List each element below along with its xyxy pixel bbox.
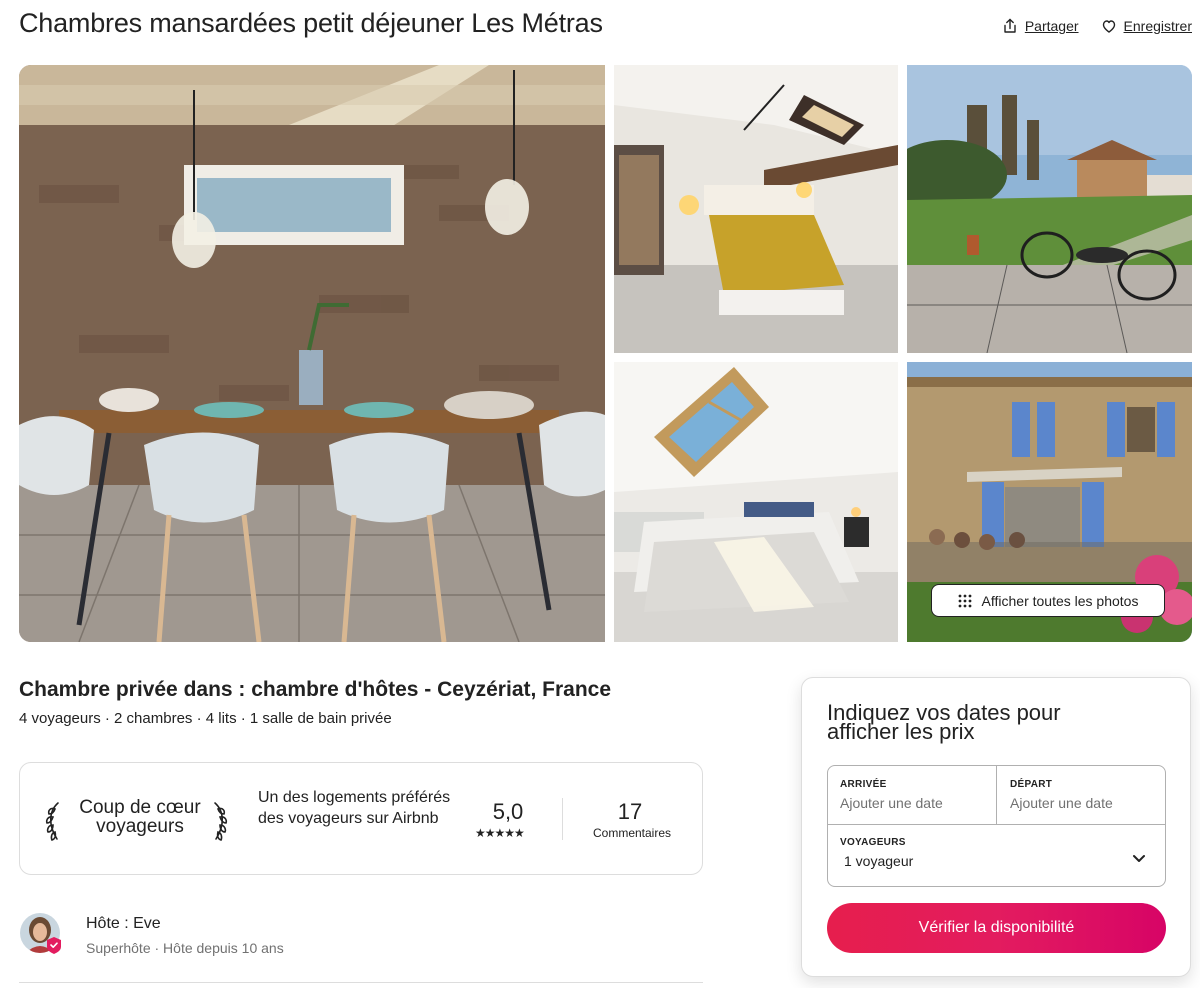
- save-label: Enregistrer: [1123, 18, 1192, 34]
- listing-specs: 4 voyageurs · 2 chambres · 4 lits · 1 sa…: [19, 710, 392, 727]
- guest-favorite-label: Coup de cœur voyageurs: [79, 797, 201, 837]
- share-label: Partager: [1024, 18, 1079, 34]
- photo-gallery: [19, 65, 1192, 642]
- listing-subtitle: Chambre privée dans : chambre d'hôtes - …: [19, 678, 612, 701]
- reviews-count[interactable]: 17: [600, 799, 660, 825]
- header-actions: Partager Enregistrer: [1002, 18, 1192, 34]
- guests-label: VOYAGEURS: [840, 837, 906, 848]
- checkin-field[interactable]: ARRIVÉE Ajouter une date: [840, 779, 990, 811]
- laurel-right-icon: [214, 802, 228, 841]
- checkin-label: ARRIVÉE: [840, 779, 887, 790]
- photo-garden[interactable]: [907, 65, 1192, 353]
- checkin-value: Ajouter une date: [840, 795, 943, 811]
- rating-stars: ★★★★★: [475, 826, 525, 840]
- booking-fields: ARRIVÉE Ajouter une date DÉPART Ajouter …: [827, 765, 1166, 887]
- laurel-left-icon: [45, 802, 59, 841]
- grid-dots-icon: [958, 594, 971, 607]
- photo-bedroom-skylight[interactable]: [614, 362, 898, 642]
- share-icon: [1004, 18, 1016, 33]
- show-all-photos-button[interactable]: Afficher toutes les photos: [931, 584, 1165, 617]
- host-meta: Superhôte · Hôte depuis 10 ans: [86, 940, 284, 956]
- divider: [562, 798, 563, 840]
- photo-bedroom-yellow[interactable]: [614, 65, 898, 353]
- guests-value: 1 voyageur: [844, 853, 914, 869]
- listing-title: Chambres mansardées petit déjeuner Les M…: [19, 8, 603, 38]
- share-button[interactable]: Partager: [1002, 18, 1079, 34]
- rating-value: 5,0: [492, 799, 524, 824]
- chevron-down-icon[interactable]: [1131, 850, 1147, 866]
- guest-favorite-box[interactable]: Coup de cœur voyageurs Un des logements …: [19, 762, 703, 875]
- field-divider: [996, 766, 997, 824]
- guests-field[interactable]: VOYAGEURS 1 voyageur: [840, 837, 1140, 869]
- section-divider: [19, 982, 703, 983]
- booking-title: Indiquez vos dates pour afficher les pri…: [827, 700, 1061, 744]
- save-button[interactable]: Enregistrer: [1101, 18, 1192, 34]
- booking-card: Indiquez vos dates pour afficher les pri…: [801, 677, 1191, 977]
- check-availability-button[interactable]: Vérifier la disponibilité: [827, 903, 1166, 953]
- field-divider: [828, 824, 1165, 825]
- show-all-photos-label: Afficher toutes les photos: [981, 592, 1139, 609]
- reviews-label[interactable]: Commentaires: [582, 826, 682, 840]
- superhost-badge-icon: [47, 937, 61, 954]
- checkout-label: DÉPART: [1010, 779, 1053, 790]
- guest-favorite-description: Un des logements préférés des voyageurs …: [258, 789, 451, 827]
- checkout-value: Ajouter une date: [1010, 795, 1113, 811]
- checkout-field[interactable]: DÉPART Ajouter une date: [1010, 779, 1160, 811]
- photo-dining-room[interactable]: [19, 65, 605, 642]
- heart-icon: [1102, 20, 1115, 33]
- host-name: Hôte : Eve: [86, 915, 161, 932]
